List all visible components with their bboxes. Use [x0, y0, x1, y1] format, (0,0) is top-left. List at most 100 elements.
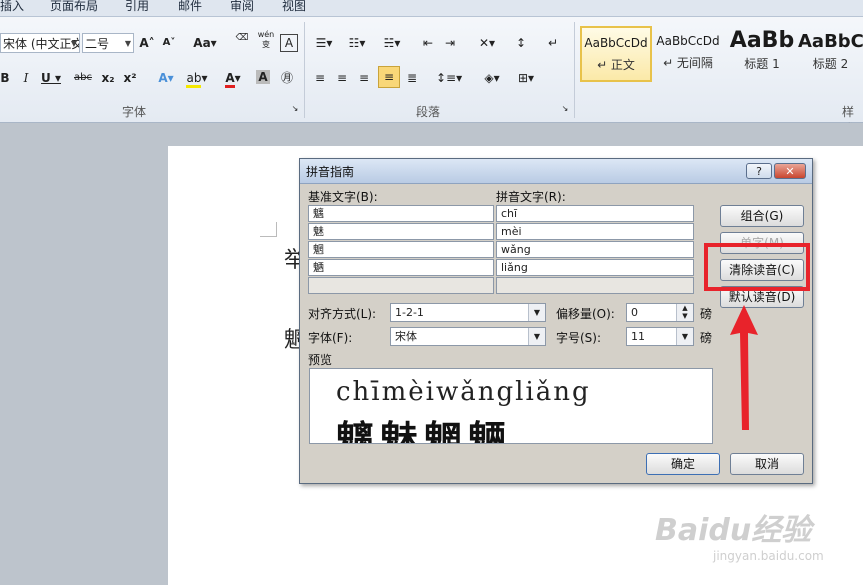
- strikethrough-icon[interactable]: abc: [72, 68, 94, 88]
- style-name: 标题 1: [744, 57, 780, 71]
- char-border-label: A: [284, 36, 294, 50]
- font-label: 字体(F):: [308, 331, 353, 345]
- dialog-launcher-icon[interactable]: ↘: [560, 104, 570, 114]
- help-button[interactable]: ?: [746, 163, 772, 179]
- preview-pane: chīmèiwǎngliǎng 魑魅魍魉: [309, 368, 713, 444]
- base-text-field[interactable]: 魍: [308, 241, 494, 258]
- align-right-icon[interactable]: ≡: [356, 68, 372, 88]
- chevron-down-icon[interactable]: ▼: [71, 34, 77, 52]
- group-button[interactable]: 组合(G): [720, 205, 804, 227]
- subscript-icon[interactable]: x₂: [100, 68, 116, 88]
- dialog-title-bar[interactable]: 拼音指南 ? ✕: [300, 159, 812, 184]
- change-case-button[interactable]: Aa▾: [190, 33, 220, 53]
- borders-icon[interactable]: ⊞▾: [512, 68, 540, 88]
- pinyin-text-field[interactable]: mèi: [496, 223, 694, 240]
- alignment-select[interactable]: 1-2-1 ▼: [390, 303, 546, 322]
- phonetic-guide-icon[interactable]: wén 变: [256, 30, 276, 50]
- multilevel-list-icon[interactable]: ☵▾: [378, 33, 406, 53]
- style-heading-2[interactable]: AaBbC 标题 2: [798, 26, 863, 82]
- align-center-icon[interactable]: ≡: [334, 68, 350, 88]
- pinyin-text-field-empty: [496, 277, 694, 294]
- style-normal[interactable]: AaBbCcDd ↵ 正文: [580, 26, 652, 82]
- distributed-icon[interactable]: ≣: [404, 68, 420, 88]
- char-border-icon[interactable]: A: [280, 34, 298, 52]
- enclose-char-icon[interactable]: ㊊: [278, 68, 296, 88]
- chevron-down-icon[interactable]: ▼: [528, 328, 545, 345]
- dialog-launcher-icon[interactable]: ↘: [290, 104, 300, 114]
- align-left-icon[interactable]: ≡: [312, 68, 328, 88]
- increase-indent-icon[interactable]: ⇥: [442, 33, 458, 53]
- size-unit: 磅: [700, 331, 713, 345]
- clear-format-icon[interactable]: ⌫: [232, 33, 252, 53]
- style-name: ↵ 无间隔: [663, 56, 713, 70]
- preview-pinyin: chīmèiwǎngliǎng: [336, 377, 591, 407]
- show-marks-icon[interactable]: ↵: [546, 33, 560, 53]
- offset-spinner[interactable]: 0 ▲ ▼: [626, 303, 694, 322]
- justify-icon[interactable]: ≡: [378, 66, 400, 88]
- font-select[interactable]: 宋体 ▼: [390, 327, 546, 346]
- font-name-combo[interactable]: 宋体 (中文正文 ▼: [0, 33, 80, 53]
- numbering-icon[interactable]: ☷▾: [344, 33, 370, 53]
- pinyin-text-label: 拼音文字(R):: [496, 190, 566, 204]
- style-sample: AaBbCcDd: [656, 34, 720, 48]
- tab-mailings[interactable]: 邮件: [178, 0, 202, 16]
- grow-font-icon[interactable]: A˄: [138, 33, 156, 53]
- cancel-button[interactable]: 取消: [730, 453, 804, 475]
- style-sample: AaBb: [729, 28, 795, 53]
- alignment-value: 1-2-1: [395, 306, 424, 319]
- chevron-down-icon[interactable]: ▼: [125, 34, 131, 52]
- pinyin-text-field[interactable]: liǎng: [496, 259, 694, 276]
- chevron-down-icon[interactable]: ▼: [528, 304, 545, 321]
- style-no-spacing[interactable]: AaBbCcDd ↵ 无间隔: [652, 26, 724, 82]
- bold-icon[interactable]: B: [0, 68, 10, 88]
- spin-arrows-icon[interactable]: ▲ ▼: [676, 304, 693, 321]
- font-color-icon[interactable]: A▾: [220, 68, 246, 88]
- group-divider: [304, 22, 305, 118]
- dialog-title: 拼音指南: [306, 165, 355, 179]
- underline-icon[interactable]: U ▾: [40, 68, 62, 88]
- tab-review[interactable]: 审阅: [230, 0, 254, 16]
- change-case-label: Aa: [193, 36, 211, 50]
- shading-icon[interactable]: ◈▾: [478, 68, 506, 88]
- superscript-icon[interactable]: x²: [122, 68, 138, 88]
- preview-characters: 魑魅魍魉: [336, 417, 513, 444]
- pinyin-text-field[interactable]: chī: [496, 205, 694, 222]
- tab-references[interactable]: 引用: [125, 0, 149, 16]
- base-text-field[interactable]: 魑: [308, 205, 494, 222]
- style-sample: AaBbC: [798, 31, 863, 52]
- ok-button[interactable]: 确定: [646, 453, 720, 475]
- font-size-combo[interactable]: 二号 ▼: [82, 33, 134, 53]
- char-shading-icon[interactable]: A: [256, 70, 270, 84]
- size-label: 字号(S):: [556, 331, 602, 345]
- sort-icon[interactable]: ↕: [512, 33, 530, 53]
- text-effects-icon[interactable]: A▾: [154, 68, 178, 88]
- pinyin-text-field[interactable]: wǎng: [496, 241, 694, 258]
- preview-label: 预览: [308, 353, 333, 367]
- shrink-font-icon[interactable]: A˅: [160, 33, 178, 53]
- decrease-indent-icon[interactable]: ⇤: [420, 33, 436, 53]
- style-heading-1[interactable]: AaBb 标题 1: [726, 26, 798, 82]
- style-name: ↵ 正文: [597, 58, 635, 72]
- style-name: 标题 2: [812, 57, 849, 71]
- chevron-down-icon[interactable]: ▼: [676, 328, 693, 345]
- group-label-paragraph: 段落: [416, 105, 441, 119]
- base-text-field[interactable]: 魉: [308, 259, 494, 276]
- tab-page-layout[interactable]: 页面布局: [50, 0, 98, 16]
- watermark-logo: Baidu经验: [655, 513, 812, 548]
- line-spacing-icon[interactable]: ↕≡▾: [436, 68, 462, 88]
- phonetic-guide-label: wén: [257, 30, 275, 39]
- close-button[interactable]: ✕: [774, 163, 806, 179]
- font-name-value: 宋体 (中文正文: [3, 37, 80, 51]
- highlight-color-icon[interactable]: ab▾: [184, 68, 210, 88]
- close-icon: ✕: [785, 165, 795, 178]
- watermark-url: jingyan.baidu.com: [713, 549, 824, 563]
- tab-insert[interactable]: 插入: [0, 0, 24, 16]
- italic-icon[interactable]: I: [20, 68, 32, 88]
- tab-view[interactable]: 视图: [282, 0, 306, 16]
- size-select[interactable]: 11 ▼: [626, 327, 694, 346]
- size-value: 11: [631, 330, 645, 343]
- baidu-watermark: Baidu经验 jingyan.baidu.com: [655, 505, 835, 575]
- bullets-icon[interactable]: ☰▾: [312, 33, 336, 53]
- base-text-field[interactable]: 魅: [308, 223, 494, 240]
- chinese-layout-icon[interactable]: ✕▾: [474, 33, 500, 53]
